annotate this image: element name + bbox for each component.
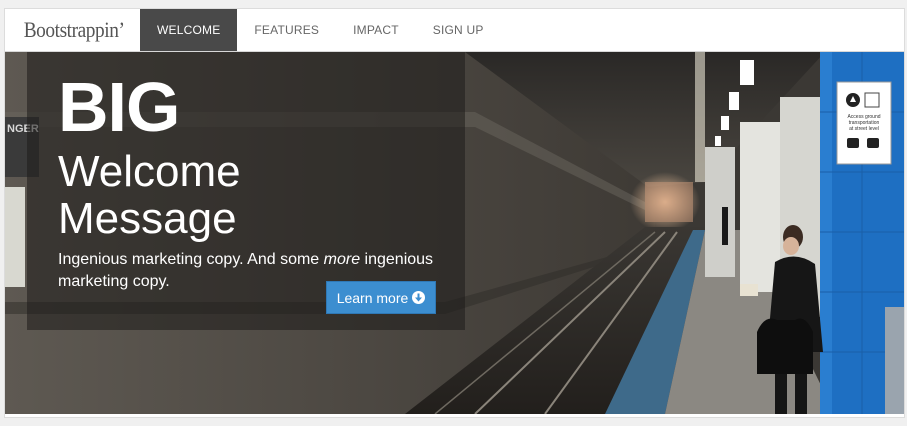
hero-subheadline: Welcome Message [58, 147, 241, 243]
learn-more-label: Learn more [336, 289, 409, 306]
sign-text-line-3: at street level [849, 126, 879, 132]
hero-copy-start: Ingenious marketing copy. And some [58, 251, 324, 268]
nav-item-welcome[interactable]: WELCOME [140, 9, 238, 51]
arrow-circle-down-icon [412, 291, 426, 304]
nav-item-sign-up[interactable]: SIGN UP [416, 9, 501, 51]
nav-item-features[interactable]: FEATURES [237, 9, 336, 51]
learn-more-button[interactable]: Learn more [326, 281, 436, 314]
page-content-start [5, 414, 904, 417]
browser-frame: Bootstrappin’ WELCOME FEATURES IMPACT SI… [4, 8, 905, 418]
hero-headline: BIG [58, 68, 180, 146]
hero-copy-emphasis: more [323, 251, 361, 268]
nav-item-impact[interactable]: IMPACT [336, 9, 416, 51]
navbar: Bootstrappin’ WELCOME FEATURES IMPACT SI… [5, 9, 904, 52]
hero-banner: Access ground transportation at street l… [5, 52, 904, 414]
brand-logo[interactable]: Bootstrappin’ [5, 9, 125, 51]
